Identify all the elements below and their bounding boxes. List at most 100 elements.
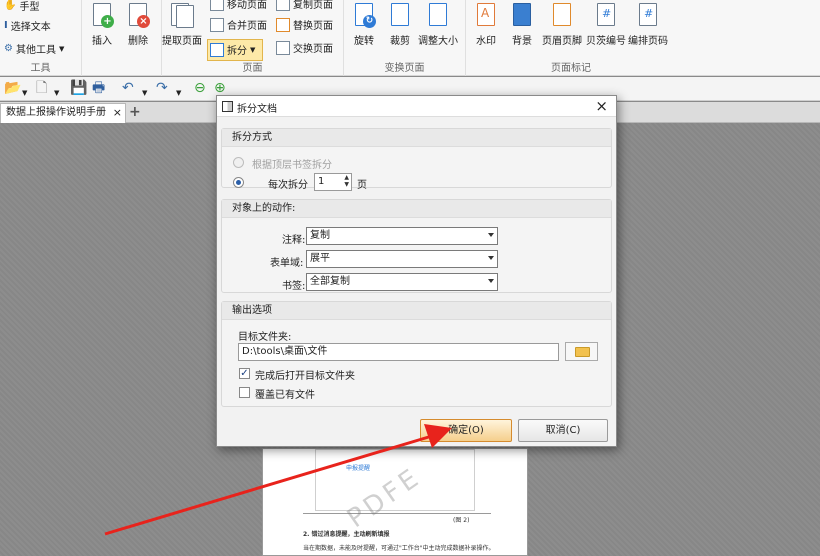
- swap-pages-icon: [276, 40, 290, 55]
- form-field-select[interactable]: 展平: [306, 250, 498, 268]
- extract-pages-icon: [170, 2, 194, 28]
- split-by-bookmark-radio[interactable]: [233, 157, 244, 168]
- crop-button[interactable]: 裁剪: [388, 2, 412, 47]
- document-tab[interactable]: 数据上报操作说明手册 ×: [0, 103, 126, 123]
- move-pages-icon: [210, 0, 224, 11]
- target-folder-label: 目标文件夹:: [238, 332, 292, 343]
- undo-icon[interactable]: ↶: [122, 80, 134, 96]
- split-button[interactable]: 拆分 ▼: [210, 42, 255, 57]
- dialog-title: 拆分文档: [237, 104, 277, 115]
- back-icon[interactable]: ⊖: [194, 80, 206, 96]
- split-method-section: 拆分方式 根据顶层书签拆分 每次拆分 1 ▲ ▼ 页: [221, 128, 612, 191]
- annotation-label: 注释:: [282, 235, 306, 246]
- tab-close-icon[interactable]: ×: [113, 104, 122, 122]
- page-marks-group: A 水印 背景 页眉页脚 # 贝茨编号 # 编排页码 页面标记: [466, 0, 676, 76]
- replace-pages-button[interactable]: 替换页面: [276, 17, 333, 32]
- chevron-down-icon: ▼: [250, 45, 256, 54]
- new-tab-icon[interactable]: +: [129, 103, 141, 121]
- split-icon: [210, 42, 224, 57]
- pages-per-split-stepper[interactable]: 1 ▲ ▼: [314, 173, 352, 191]
- header-footer-icon: [550, 2, 574, 28]
- swap-pages-button[interactable]: 交换页面: [276, 40, 333, 55]
- redo-icon[interactable]: ↷: [156, 80, 168, 96]
- chevron-down-icon: ▼: [58, 44, 65, 53]
- ok-button[interactable]: 确定(O): [420, 419, 512, 442]
- delete-page-icon: ×: [126, 2, 150, 28]
- replace-pages-icon: [276, 17, 290, 32]
- tools-group: ✋ 手型 I 选择文本 ⚙ 其他工具 ▼ 工具: [0, 0, 82, 76]
- split-by-bookmark-label: 根据顶层书签拆分: [252, 160, 332, 171]
- copy-pages-button[interactable]: 复制页面: [276, 0, 333, 11]
- split-method-header: 拆分方式: [222, 129, 611, 147]
- new-dropdown-icon[interactable]: ▼: [54, 85, 59, 101]
- watermark-button[interactable]: A 水印: [474, 2, 498, 47]
- hand-icon: ✋: [4, 0, 17, 11]
- cancel-button[interactable]: 取消(C): [518, 419, 608, 442]
- figure-caption: (图 2): [453, 517, 470, 524]
- object-actions-section: 对象上的动作: 注释: 复制 表单域: 展平 书签: 全部复制: [221, 199, 612, 293]
- split-by-pages-suffix: 页: [357, 180, 367, 191]
- transform-group: ↻ 旋转 裁剪 调整大小 变换页面: [344, 0, 466, 76]
- tools-group-label: 工具: [30, 63, 51, 74]
- target-folder-input[interactable]: D:\tools\桌面\文件: [238, 343, 559, 361]
- open-after-label: 完成后打开目标文件夹: [255, 371, 355, 382]
- bates-numbering-icon: #: [594, 2, 618, 28]
- rotate-button[interactable]: ↻ 旋转: [352, 2, 376, 47]
- background-button[interactable]: 背景: [510, 2, 534, 47]
- output-options-section: 输出选项 目标文件夹: D:\tools\桌面\文件 ✓ 完成后打开目标文件夹 …: [221, 301, 612, 407]
- text-cursor-icon: I: [4, 20, 8, 31]
- open-folder-icon[interactable]: 📂: [4, 80, 21, 96]
- new-document-icon[interactable]: 🗋: [36, 80, 47, 96]
- open-after-checkbox[interactable]: ✓: [239, 368, 250, 379]
- overwrite-label: 覆盖已有文件: [255, 390, 315, 401]
- merge-pages-button[interactable]: 合并页面: [210, 17, 267, 32]
- other-tools-button[interactable]: ⚙ 其他工具 ▼: [4, 41, 64, 56]
- page-numbers-button[interactable]: # 编排页码: [628, 2, 668, 47]
- chevron-down-icon: [488, 279, 494, 283]
- object-actions-header: 对象上的动作:: [222, 200, 611, 218]
- bates-numbering-button[interactable]: # 贝茨编号: [586, 2, 626, 47]
- split-by-pages-radio[interactable]: [233, 177, 244, 188]
- undo-dropdown-icon[interactable]: ▼: [142, 85, 147, 101]
- annotation-select[interactable]: 复制: [306, 227, 498, 245]
- watermark-icon: A: [474, 2, 498, 28]
- hand-tool-button[interactable]: ✋ 手型: [4, 0, 39, 13]
- pages-group-label: 页面: [242, 63, 263, 74]
- page-numbers-icon: #: [636, 2, 660, 28]
- output-options-header: 输出选项: [222, 302, 611, 320]
- move-pages-button[interactable]: 移动页面: [210, 0, 267, 11]
- open-dropdown-icon[interactable]: ▼: [22, 85, 27, 101]
- section-body: 当在期数据，未能及时提醒，可通过"工作台"中主动完成数据补录操作。: [303, 545, 495, 552]
- chevron-down-icon: [488, 256, 494, 260]
- header-footer-button[interactable]: 页眉页脚: [542, 2, 582, 47]
- gear-icon: ⚙: [4, 43, 13, 54]
- forward-icon[interactable]: ⊕: [214, 80, 226, 96]
- resize-icon: [426, 2, 450, 28]
- rotate-icon: ↻: [352, 2, 376, 28]
- chevron-down-icon: [488, 233, 494, 237]
- split-document-dialog: 拆分文档 × 拆分方式 根据顶层书签拆分 每次拆分 1 ▲ ▼ 页 对象上的动作:…: [216, 95, 617, 447]
- insert-delete-group: + 插入 × 删除: [82, 0, 162, 76]
- save-icon[interactable]: 💾: [70, 80, 87, 96]
- page-marks-group-label: 页面标记: [551, 63, 591, 74]
- page-preview: 申报提醒 (图 2) 2. 错过消息提醒，主动刷新填报 当在期数据，未能及时提醒…: [262, 448, 528, 556]
- redo-dropdown-icon[interactable]: ▼: [176, 85, 181, 101]
- crop-icon: [388, 2, 412, 28]
- pages-group: 提取页面 移动页面 合并页面 拆分 ▼ 复制页面 替换页面 交换页面 页面: [162, 0, 344, 76]
- split-by-pages-prefix: 每次拆分: [268, 180, 308, 191]
- print-icon[interactable]: 🖶: [92, 80, 105, 96]
- resize-button[interactable]: 调整大小: [418, 2, 458, 47]
- browse-folder-button[interactable]: [565, 342, 598, 361]
- extract-pages-button[interactable]: 提取页面: [162, 2, 202, 47]
- overwrite-checkbox[interactable]: [239, 387, 250, 398]
- select-text-button[interactable]: I 选择文本: [4, 18, 51, 33]
- merge-pages-icon: [210, 17, 224, 32]
- delete-button[interactable]: × 删除: [126, 2, 150, 47]
- insert-button[interactable]: + 插入: [90, 2, 114, 47]
- folder-icon: [575, 347, 590, 357]
- close-icon[interactable]: ×: [595, 97, 608, 115]
- bookmark-select[interactable]: 全部复制: [306, 273, 498, 291]
- ribbon: ✋ 手型 I 选择文本 ⚙ 其他工具 ▼ 工具 + 插入 × 删除 提取页面 移…: [0, 0, 820, 76]
- section-heading: 2. 错过消息提醒，主动刷新填报: [303, 531, 390, 538]
- stepper-arrows-icon[interactable]: ▲ ▼: [344, 174, 349, 188]
